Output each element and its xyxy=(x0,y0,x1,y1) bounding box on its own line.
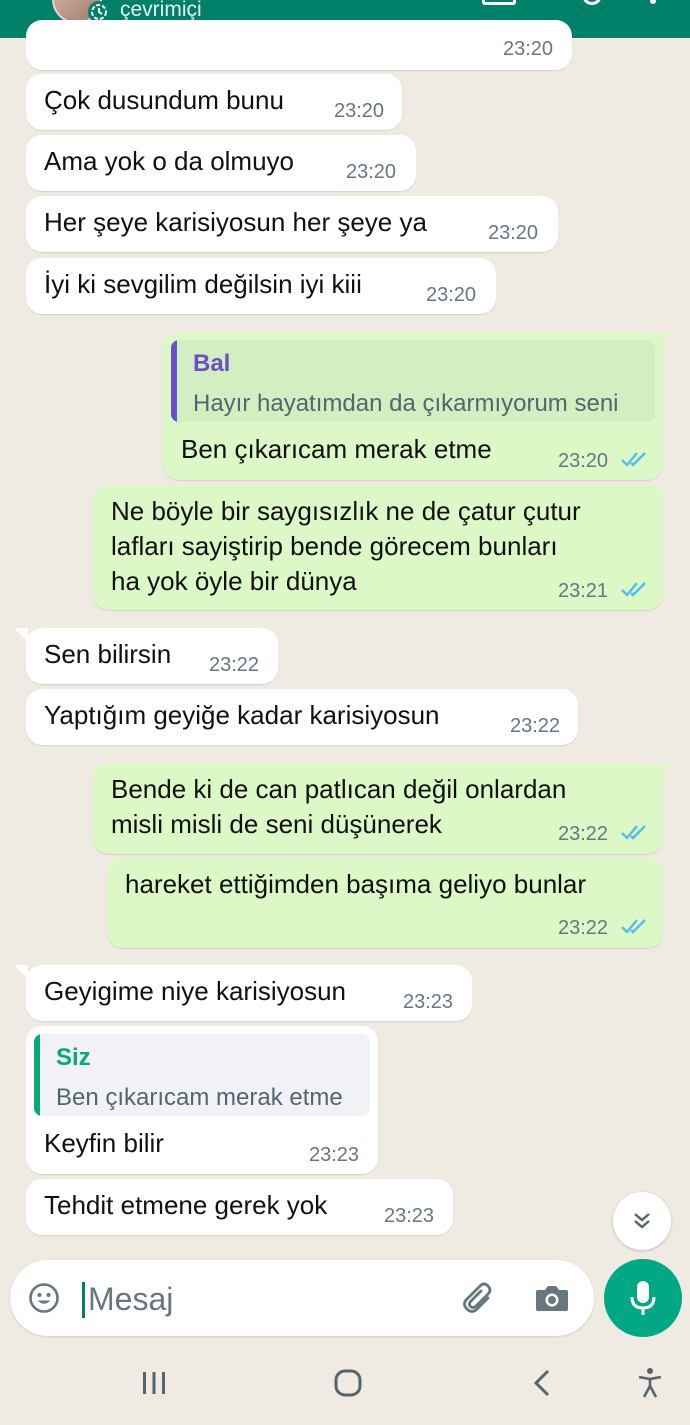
text-caret xyxy=(82,1282,85,1318)
camera-icon[interactable] xyxy=(534,1282,570,1314)
paperclip-icon[interactable] xyxy=(460,1280,498,1318)
contact-status: çevrimiçi xyxy=(120,0,202,21)
microphone-icon xyxy=(630,1281,656,1315)
message-text: Geyigime niye karisiyosun xyxy=(44,976,347,1006)
accessibility-icon xyxy=(638,1368,662,1398)
message-incoming[interactable]: Geyigime niye karisiyosun 23:23 xyxy=(26,965,472,1021)
back-button[interactable] xyxy=(522,1368,562,1398)
message-text: Çok dusundum bunu xyxy=(44,85,284,115)
voice-call-icon[interactable] xyxy=(582,0,602,5)
quote-bar xyxy=(171,340,177,422)
home-icon xyxy=(334,1369,362,1397)
message-time: 23:22 xyxy=(558,823,609,845)
message-text-line: ha yok öyle bir dünya xyxy=(111,566,357,596)
message-time: 23:22 xyxy=(510,715,561,737)
message-text: hareket ettiğimden başıma geliyo bunlar xyxy=(125,869,587,899)
message-text: Her şeye karisiyosun her şeye ya xyxy=(44,207,427,237)
message-text-line: lafları sayiştirip bende görecem bunları xyxy=(111,531,558,561)
message-outgoing[interactable]: hareket ettiğimden başıma geliyo bunlar … xyxy=(107,858,663,948)
message-text-line: Ne böyle bir saygısızlık ne de çatur çut… xyxy=(111,496,581,526)
message-outgoing[interactable]: Ne böyle bir saygısızlık ne de çatur çut… xyxy=(93,485,663,610)
message-text: Tehdit etmene gerek yok xyxy=(44,1190,328,1220)
video-call-icon[interactable] xyxy=(482,0,516,5)
message-time: 23:22 xyxy=(209,654,260,676)
quote-bar xyxy=(34,1034,40,1116)
message-compose-bar xyxy=(10,1260,594,1336)
quote-text: Ben çıkarıcam merak etme xyxy=(56,1084,343,1111)
message-text: Yaptığım geyiğe kadar karisiyosun xyxy=(44,700,440,730)
quoted-message[interactable]: Siz Ben çıkarıcam merak etme xyxy=(34,1034,370,1116)
scroll-to-bottom-button[interactable] xyxy=(613,1192,671,1250)
read-ticks-icon xyxy=(621,452,646,467)
accessibility-button[interactable] xyxy=(630,1368,670,1398)
quote-author: Bal xyxy=(193,350,231,377)
message-time: 23:22 xyxy=(558,917,609,939)
message-time: 23:20 xyxy=(346,161,397,183)
message-incoming[interactable]: Tehdit etmene gerek yok 23:23 xyxy=(26,1179,453,1235)
message-outgoing[interactable]: Bende ki de can patlıcan değil onlardan … xyxy=(93,763,663,854)
message-incoming[interactable]: Her şeye karisiyosun her şeye ya 23:20 xyxy=(26,196,558,252)
message-text-line: Bende ki de can patlıcan değil onlardan xyxy=(111,774,567,804)
quoted-message[interactable]: Bal Hayır hayatımdan da çıkarmıyorum sen… xyxy=(171,340,655,422)
message-outgoing[interactable]: Bal Hayır hayatımdan da çıkarmıyorum sen… xyxy=(163,332,663,480)
message-time: 23:20 xyxy=(426,284,477,306)
recents-button[interactable] xyxy=(134,1368,174,1398)
message-incoming[interactable]: Ama yok o da olmuyo 23:20 xyxy=(26,135,416,191)
message-time: 23:23 xyxy=(403,991,454,1013)
quote-author: Siz xyxy=(56,1044,91,1071)
recents-icon xyxy=(143,1372,165,1394)
message-text: Sen bilirsin xyxy=(44,639,172,669)
emoji-icon[interactable] xyxy=(28,1282,60,1314)
message-text: İyi ki sevgilim değilsin iyi kiii xyxy=(44,269,362,299)
message-incoming[interactable]: İyi ki sevgilim değilsin iyi kiii 23:20 xyxy=(26,258,496,314)
message-input[interactable] xyxy=(86,1274,450,1324)
message-incoming[interactable]: Sen bilirsin 23:22 xyxy=(26,628,278,684)
message-time: 23:23 xyxy=(384,1205,435,1227)
read-ticks-icon xyxy=(621,582,646,597)
message-time: 23:20 xyxy=(558,450,609,472)
message-text: Ama yok o da olmuyo xyxy=(44,146,295,176)
voice-message-button[interactable] xyxy=(604,1259,682,1337)
message-incoming[interactable]: Çok dusundum bunu 23:20 xyxy=(26,74,402,130)
menu-icon[interactable] xyxy=(650,0,656,4)
read-ticks-icon xyxy=(621,919,646,934)
system-nav-bar xyxy=(0,1340,690,1425)
message-time: 23:23 xyxy=(309,1144,360,1166)
message-incoming[interactable]: Yaptığım geyiğe kadar karisiyosun 23:22 xyxy=(26,689,578,745)
message-text-line: misli misli de seni düşünerek xyxy=(111,809,442,839)
message-text: Ben çıkarıcam merak etme xyxy=(181,434,492,464)
message-time: 23:20 xyxy=(488,222,539,244)
message-incoming[interactable]: 23:20 xyxy=(26,20,572,70)
message-text: Keyfin bilir xyxy=(44,1128,164,1158)
double-chevron-down-icon xyxy=(634,1213,650,1229)
back-icon xyxy=(533,1369,550,1397)
home-button[interactable] xyxy=(328,1368,368,1398)
message-time: 23:21 xyxy=(558,580,609,602)
message-time: 23:20 xyxy=(334,100,385,122)
read-ticks-icon xyxy=(621,825,646,840)
quote-text: Hayır hayatımdan da çıkarmıyorum seni xyxy=(193,390,619,417)
message-time: 23:20 xyxy=(503,38,554,60)
message-incoming[interactable]: Siz Ben çıkarıcam merak etme Keyfin bili… xyxy=(26,1026,378,1174)
